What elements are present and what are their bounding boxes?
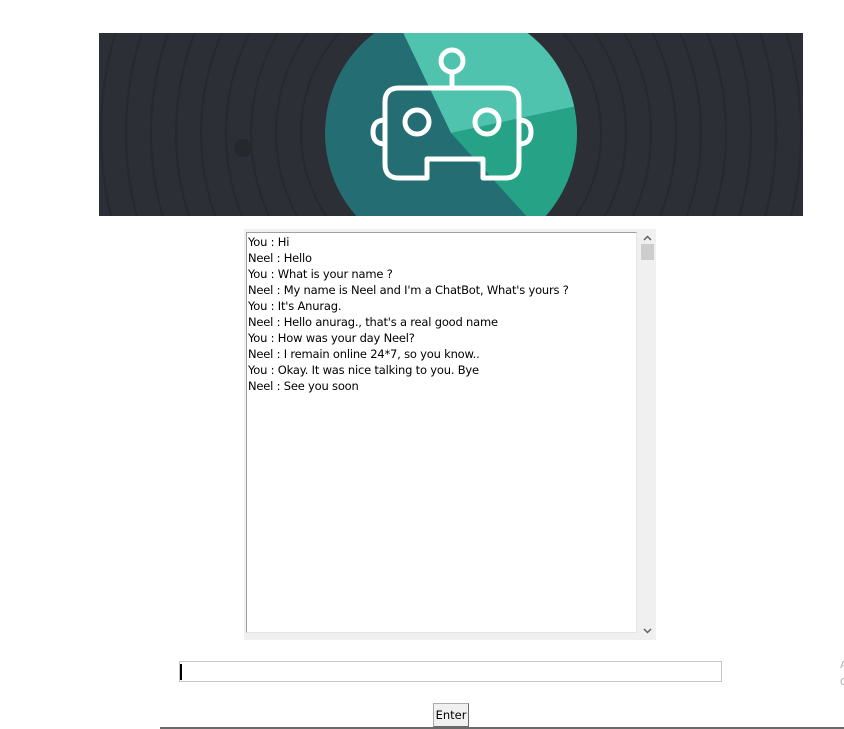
chat-message: Neel : Hello bbox=[248, 251, 312, 265]
clipped-edge-text: A G bbox=[840, 657, 844, 691]
edge-text-line: G bbox=[840, 677, 844, 688]
chat-message: Neel : See you soon bbox=[248, 379, 359, 393]
enter-button[interactable]: Enter bbox=[433, 703, 469, 727]
chat-message: Neel : Hello anurag., that's a real good… bbox=[248, 315, 498, 329]
chat-message: Neel : I remain online 24*7, so you know… bbox=[248, 347, 480, 361]
chat-message: You : How was your day Neel? bbox=[248, 331, 415, 345]
chat-message: You : Okay. It was nice talking to you. … bbox=[248, 363, 479, 377]
chat-message: You : Hi bbox=[248, 235, 290, 249]
chevron-up-icon bbox=[643, 235, 652, 241]
text-caret bbox=[180, 664, 182, 680]
chat-message: You : It's Anurag. bbox=[248, 299, 342, 313]
chat-message: You : What is your name ? bbox=[248, 267, 393, 281]
chevron-down-icon bbox=[643, 628, 652, 634]
chat-message: Neel : My name is Neel and I'm a ChatBot… bbox=[248, 283, 569, 297]
robot-logo-icon bbox=[99, 33, 803, 216]
message-input[interactable] bbox=[179, 661, 722, 682]
chatbot-banner bbox=[99, 33, 803, 216]
chat-log-frame: You : Hi Neel : Hello You : What is your… bbox=[244, 229, 656, 640]
scroll-thumb[interactable] bbox=[641, 244, 654, 260]
edge-text-line: A bbox=[840, 660, 844, 671]
scroll-down-button[interactable] bbox=[639, 624, 656, 638]
chat-log[interactable]: You : Hi Neel : Hello You : What is your… bbox=[246, 232, 637, 633]
chat-scrollbar[interactable] bbox=[639, 229, 656, 640]
scroll-up-button[interactable] bbox=[639, 231, 656, 245]
chatbot-window: You : Hi Neel : Hello You : What is your… bbox=[0, 0, 844, 729]
